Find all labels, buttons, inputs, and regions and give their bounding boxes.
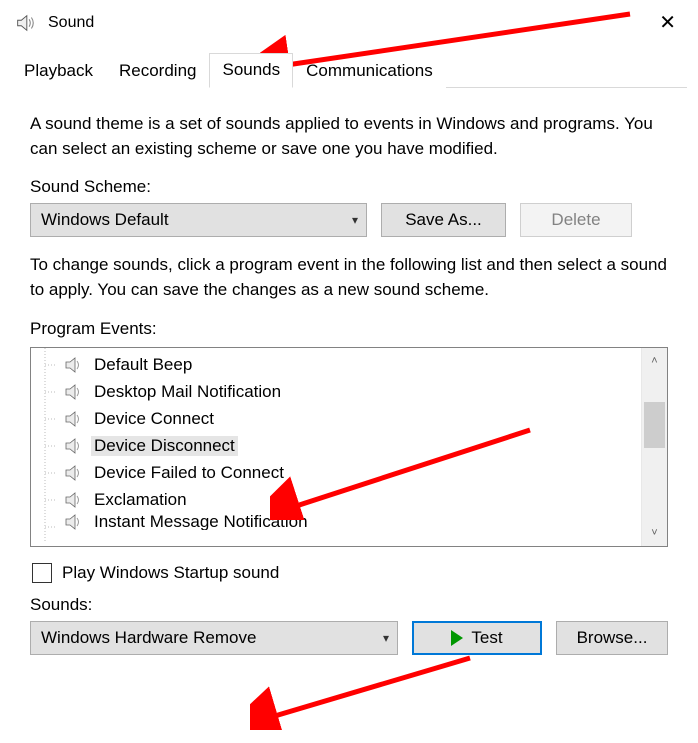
event-item-label: Device Disconnect (91, 436, 238, 456)
test-button[interactable]: Test (412, 621, 542, 655)
program-events-list[interactable]: Default Beep Desktop Mail Notification D… (30, 347, 668, 547)
event-item-label: Instant Message Notification (91, 514, 311, 530)
speaker-icon (65, 492, 83, 508)
chevron-down-icon: ▾ (352, 213, 358, 227)
scheme-dropdown-value: Windows Default (41, 210, 169, 230)
event-item-label: Default Beep (91, 355, 195, 375)
speaker-icon (65, 514, 83, 530)
event-item[interactable]: Desktop Mail Notification (31, 379, 641, 406)
save-as-button[interactable]: Save As... (381, 203, 506, 237)
window-title: Sound (48, 14, 649, 32)
tab-recording[interactable]: Recording (106, 54, 210, 88)
tab-panel-sounds: A sound theme is a set of sounds applied… (0, 88, 698, 655)
events-label: Program Events: (30, 319, 668, 339)
theme-description: A sound theme is a set of sounds applied… (30, 112, 668, 161)
sounds-dropdown-value: Windows Hardware Remove (41, 628, 256, 648)
annotation-arrow (250, 650, 490, 730)
event-item[interactable]: Exclamation (31, 487, 641, 514)
tab-sounds[interactable]: Sounds (209, 53, 293, 88)
scroll-down-icon[interactable]: ˅ (642, 520, 667, 546)
scroll-up-icon[interactable]: ˄ (642, 348, 667, 374)
tab-communications[interactable]: Communications (293, 54, 446, 88)
sounds-dropdown[interactable]: Windows Hardware Remove ▾ (30, 621, 398, 655)
speaker-icon (65, 465, 83, 481)
scroll-thumb[interactable] (644, 402, 665, 448)
sounds-label: Sounds: (30, 595, 668, 615)
close-button[interactable]: ✕ (649, 9, 686, 37)
event-item[interactable]: Default Beep (31, 352, 641, 379)
change-description: To change sounds, click a program event … (30, 253, 668, 302)
startup-sound-label: Play Windows Startup sound (62, 563, 279, 583)
event-item[interactable]: Device Disconnect (31, 433, 641, 460)
startup-sound-checkbox[interactable] (32, 563, 52, 583)
speaker-icon (65, 438, 83, 454)
tab-strip: Playback Recording Sounds Communications (0, 44, 698, 88)
scheme-dropdown[interactable]: Windows Default ▾ (30, 203, 367, 237)
event-item-label: Device Connect (91, 409, 217, 429)
event-item-label: Exclamation (91, 490, 190, 510)
tab-playback[interactable]: Playback (11, 54, 106, 88)
startup-sound-checkbox-row[interactable]: Play Windows Startup sound (32, 563, 668, 583)
speaker-icon (65, 357, 83, 373)
event-item-label: Desktop Mail Notification (91, 382, 284, 402)
scheme-label: Sound Scheme: (30, 177, 668, 197)
event-item[interactable]: Instant Message Notification (31, 514, 641, 530)
speaker-icon (65, 411, 83, 427)
title-bar: Sound ✕ (0, 0, 698, 44)
event-item[interactable]: Device Failed to Connect (31, 460, 641, 487)
events-scrollbar[interactable]: ˄ ˅ (641, 348, 667, 546)
browse-button[interactable]: Browse... (556, 621, 668, 655)
speaker-icon (65, 384, 83, 400)
event-item-label: Device Failed to Connect (91, 463, 287, 483)
sound-icon (14, 12, 36, 34)
event-item[interactable]: Device Connect (31, 406, 641, 433)
chevron-down-icon: ▾ (383, 631, 389, 645)
play-icon (451, 630, 463, 646)
delete-button: Delete (520, 203, 632, 237)
